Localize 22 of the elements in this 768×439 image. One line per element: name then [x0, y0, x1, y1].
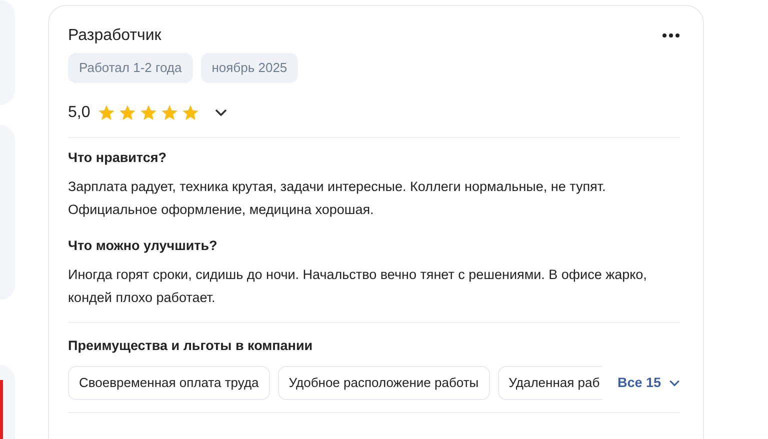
chevron-down-icon: [669, 380, 680, 386]
show-all-button[interactable]: Все 15: [617, 372, 680, 394]
chevron-down-icon[interactable]: [215, 108, 228, 117]
benefit-tag: Удаленная раб: [498, 366, 602, 400]
star-icon: [182, 104, 200, 121]
benefits-heading: Преимущества и льготы в компании: [68, 338, 314, 354]
star-icon: [161, 104, 178, 121]
tag: Работал 1-2 года: [68, 53, 193, 83]
star-icon: [119, 104, 136, 121]
star-icon: [98, 104, 116, 121]
benefit-tag: Удобное расположение работы: [278, 366, 490, 400]
tag: ноябрь 2025: [200, 53, 298, 83]
review-text: Иногда горят сроки, сидишь до ночи. Начальство вечно тянет с решениями. В офисе жарко, кондей плохо работает.: [68, 266, 648, 308]
side-accent: [0, 380, 3, 439]
position-title: Разработчик: [68, 26, 162, 46]
benefit-tag: Своевременная оплата труда: [68, 366, 270, 400]
section-heading: Что нравится?: [68, 150, 168, 166]
section-heading: Что можно улучшить?: [68, 238, 218, 254]
review-text: Зарплата радует, техника крутая, задачи интересные. Коллеги нормальные, не тупят. Официальное оформление, медицина хорошая.: [68, 178, 607, 219]
more-icon[interactable]: [662, 33, 680, 38]
rating-value: 5,0: [68, 102, 90, 123]
star-icon: [140, 104, 158, 121]
